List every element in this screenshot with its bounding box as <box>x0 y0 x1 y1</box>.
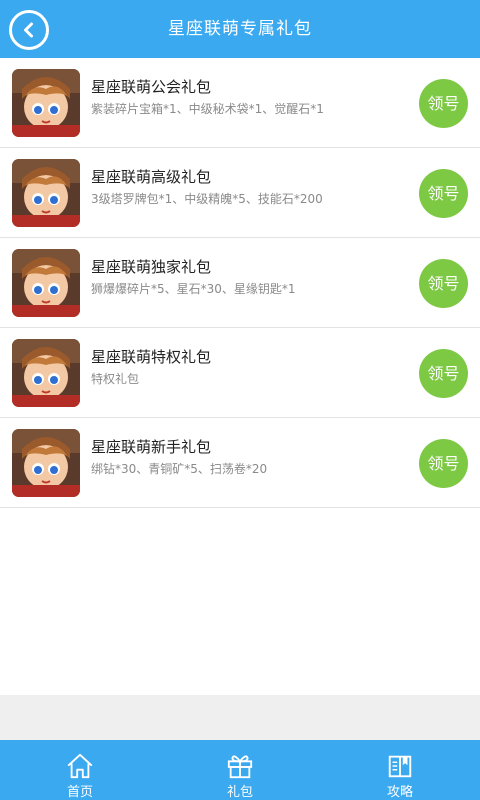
gift-name: 星座联萌独家礼包 <box>91 258 212 276</box>
page-title: 星座联萌专属礼包 <box>168 19 312 39</box>
tab-guide[interactable]: 攻略 <box>320 740 480 800</box>
gift-description: 狮爆爆碎片*5、星石*30、星缘钥匙*1 <box>91 282 296 296</box>
spacer <box>0 695 480 740</box>
tab-label: 攻略 <box>386 785 413 800</box>
gift-item: 星座联萌高级礼包 3级塔罗牌包*1、中级精魄*5、技能石*200 领号 <box>0 148 480 238</box>
bottom-tab-bar: 首页 礼包 攻略 <box>0 740 480 800</box>
gift-name: 星座联萌高级礼包 <box>91 168 212 186</box>
gift-name: 星座联萌公会礼包 <box>91 78 212 96</box>
tab-label: 首页 <box>66 785 93 800</box>
claim-button[interactable]: 领号 <box>419 259 468 308</box>
gift-description: 绑钻*30、青铜矿*5、扫荡卷*20 <box>91 462 268 476</box>
game-thumbnail <box>12 249 80 317</box>
game-thumbnail <box>12 429 80 497</box>
home-icon <box>67 753 93 779</box>
gift-item: 星座联萌公会礼包 紫装碎片宝箱*1、中级秘术袋*1、觉醒石*1 领号 <box>0 58 480 148</box>
header: 星座联萌专属礼包 <box>0 0 480 58</box>
gift-description: 紫装碎片宝箱*1、中级秘术袋*1、觉醒石*1 <box>91 102 324 116</box>
game-thumbnail <box>12 159 80 227</box>
tab-gift[interactable]: 礼包 <box>160 740 320 800</box>
gift-icon <box>227 755 253 779</box>
book-icon <box>388 755 412 778</box>
game-thumbnail <box>12 69 80 137</box>
gift-item: 星座联萌新手礼包 绑钻*30、青铜矿*5、扫荡卷*20 领号 <box>0 418 480 508</box>
gift-item: 星座联萌特权礼包 特权礼包 领号 <box>0 328 480 418</box>
game-thumbnail <box>12 339 80 407</box>
claim-button[interactable]: 领号 <box>419 79 468 128</box>
claim-button[interactable]: 领号 <box>419 349 468 398</box>
gift-list: 星座联萌公会礼包 紫装碎片宝箱*1、中级秘术袋*1、觉醒石*1 领号 星座联萌高… <box>0 58 480 695</box>
gift-name: 星座联萌新手礼包 <box>91 438 212 456</box>
tab-label: 礼包 <box>226 785 253 800</box>
gift-item: 星座联萌独家礼包 狮爆爆碎片*5、星石*30、星缘钥匙*1 领号 <box>0 238 480 328</box>
gift-description: 特权礼包 <box>91 372 140 386</box>
claim-button[interactable]: 领号 <box>419 169 468 218</box>
gift-description: 3级塔罗牌包*1、中级精魄*5、技能石*200 <box>91 192 323 206</box>
claim-button[interactable]: 领号 <box>419 439 468 488</box>
tab-home[interactable]: 首页 <box>0 740 160 800</box>
gift-name: 星座联萌特权礼包 <box>91 348 212 366</box>
